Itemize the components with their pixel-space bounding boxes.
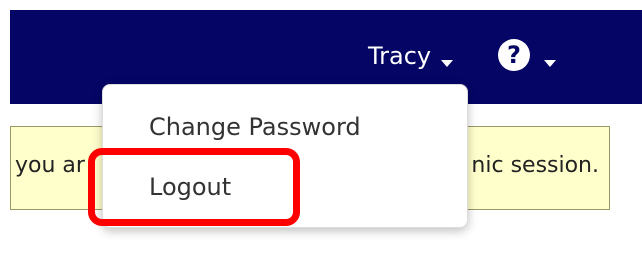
help-menu-toggle[interactable]: ? xyxy=(498,38,556,72)
menu-item-change-password[interactable]: Change Password xyxy=(149,113,361,141)
user-dropdown-menu: Change Password Logout xyxy=(102,84,468,228)
chevron-down-icon xyxy=(441,59,454,67)
notice-text-end: nic session. xyxy=(471,153,599,178)
user-name-label: Tracy xyxy=(368,42,432,70)
menu-item-logout[interactable]: Logout xyxy=(149,173,231,201)
notice-text-start: you ar xyxy=(15,153,85,178)
chevron-down-icon xyxy=(544,59,556,67)
help-icon: ? xyxy=(498,39,530,71)
user-menu-toggle[interactable]: Tracy xyxy=(368,40,454,72)
page: Tracy ? you ar nic session. Change Passw… xyxy=(0,0,642,265)
top-border xyxy=(0,0,642,10)
